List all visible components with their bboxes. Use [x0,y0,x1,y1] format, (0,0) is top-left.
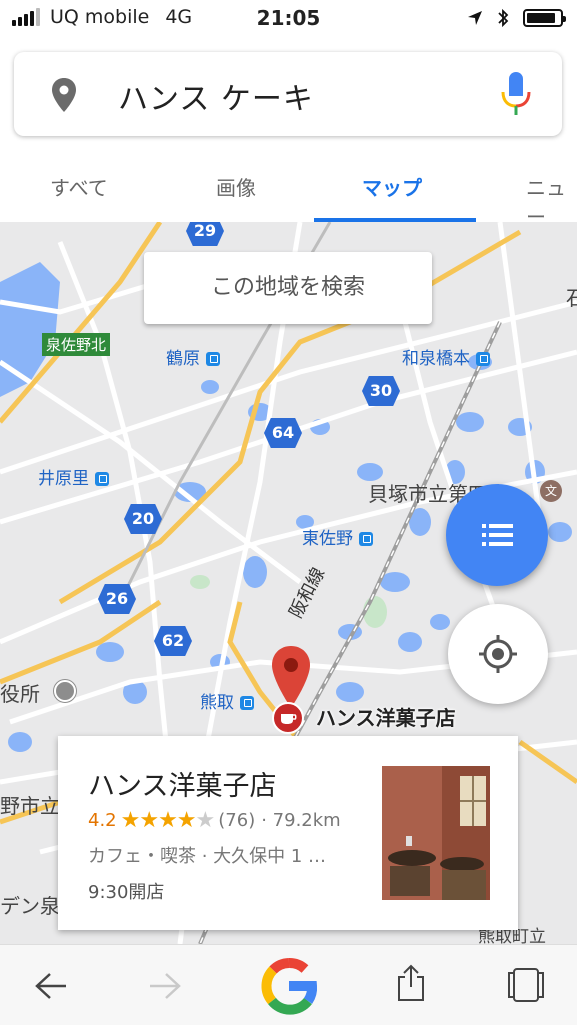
list-view-button[interactable] [446,484,548,586]
bluetooth-icon [498,8,509,28]
review-count: (76) [218,810,256,831]
place-card[interactable]: ハンス洋菓子店 4.2 ★★★★★ (76) · 79.2km カフェ・喫茶 ·… [58,736,518,930]
route-64-badge: 64 [264,418,302,448]
tab-all[interactable]: すべて [50,172,108,201]
route-30-badge: 30 [362,376,400,406]
station-izumi-hashimoto[interactable]: 和泉橋本 [402,344,490,369]
crosshair-icon [479,635,517,673]
station-kumatori[interactable]: 熊取 [200,688,254,713]
rating-value: 4.2 [88,810,117,831]
search-box[interactable]: ハンス ケーキ [14,52,562,136]
rating-row: 4.2 ★★★★★ (76) · 79.2km [88,808,341,833]
label-izumisano-kita: 泉佐野北 [42,333,111,356]
tab-images[interactable]: 画像 [216,172,256,201]
tab-maps[interactable]: マップ [362,172,422,201]
bottom-toolbar [0,944,577,1025]
share-icon[interactable] [396,963,426,1003]
google-logo-icon[interactable] [260,957,318,1015]
label-ishi: 石 [566,286,577,310]
label-noshiritsu: 野市立 [0,794,60,818]
status-bar: UQ mobile 4G 21:05 [0,0,577,38]
battery-icon [523,9,566,27]
station-ihara-sato[interactable]: 井原里 [38,464,109,489]
city-hall-icon [54,680,76,702]
route-62-badge: 62 [154,626,192,656]
label-den: デン泉 [0,894,60,918]
list-icon [482,524,513,546]
map-pin-icon [52,78,76,112]
distance: · 79.2km [261,810,341,831]
back-icon[interactable] [34,971,68,1001]
route-20-badge: 20 [124,504,162,534]
place-category: カフェ・喫茶 · 大久保中 1 … [88,846,327,867]
route-26-badge: 26 [98,584,136,614]
star-rating-icon: ★★★★★ [120,808,216,833]
cafe-icon[interactable] [272,702,304,734]
microphone-icon[interactable] [500,70,532,118]
place-marker-icon[interactable] [272,646,310,708]
search-query[interactable]: ハンス ケーキ [118,74,314,118]
tabs-icon[interactable] [506,967,546,1003]
place-marker-label[interactable]: ハンス洋菓子店 [316,702,456,731]
my-location-button[interactable] [448,604,548,704]
route-29-badge: 29 [186,222,224,246]
station-higashi-sano[interactable]: 東佐野 [302,524,373,549]
opening-hours: 9:30開店 [88,882,165,903]
map-view[interactable]: 泉佐野北 鶴原 和泉橋本 井原里 貝塚市立第四中 東佐野 熊取 役所 野市立 デ… [0,222,577,944]
search-tabs: すべて 画像 マップ ニュー [0,150,577,229]
label-yakusho: 役所 [0,682,40,706]
place-photo[interactable] [382,766,490,900]
place-name[interactable]: ハンス洋菓子店 [88,764,276,803]
forward-icon[interactable] [148,971,182,1001]
location-arrow-icon [468,11,482,25]
search-this-area-button[interactable]: この地域を検索 [144,252,432,324]
station-tsuruhara[interactable]: 鶴原 [166,344,220,369]
